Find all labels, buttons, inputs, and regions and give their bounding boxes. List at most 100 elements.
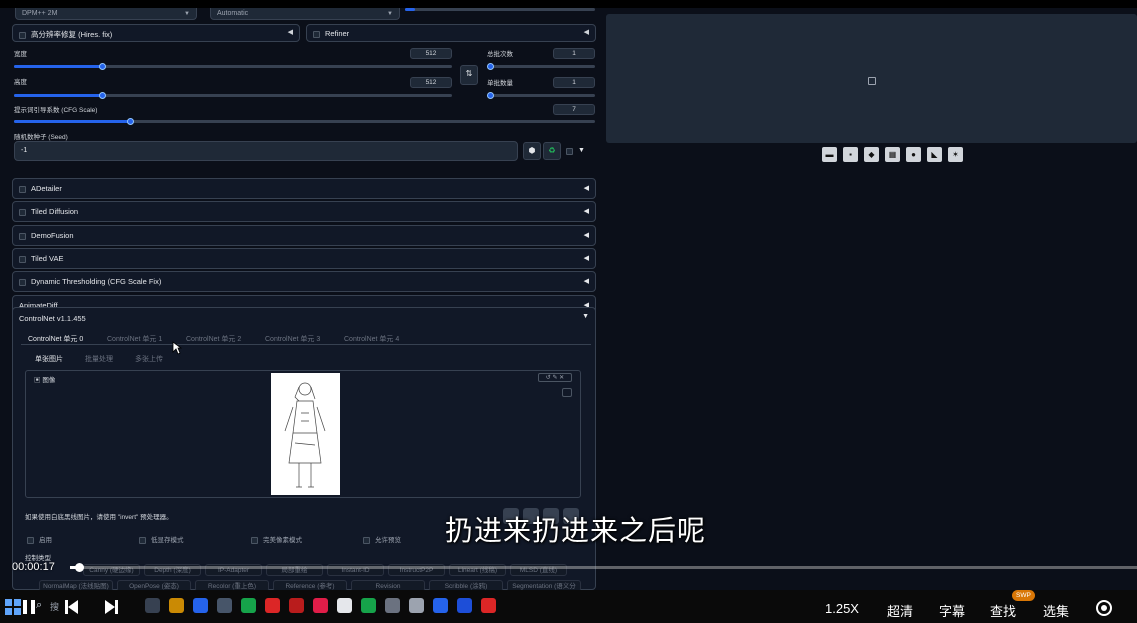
refiner-checkbox[interactable] <box>313 30 320 38</box>
slider-knob[interactable] <box>127 118 134 125</box>
accordion-4[interactable]: Dynamic Thresholding (CFG Scale Fix) ◀ <box>12 271 596 292</box>
option-checkbox[interactable] <box>251 536 258 544</box>
swap-dimensions-button[interactable]: ⇅ <box>460 65 478 85</box>
tab-controlnet-unit-3[interactable]: ControlNet 单元 3 <box>265 334 320 344</box>
folder-icon[interactable]: ▬ <box>822 147 837 162</box>
subtab-2[interactable]: 多张上传 <box>135 354 163 364</box>
tab-controlnet-unit-1[interactable]: ControlNet 单元 1 <box>107 334 162 344</box>
option-checkbox[interactable] <box>139 536 146 544</box>
ruler-icon[interactable]: ◣ <box>927 147 942 162</box>
option-checkbox[interactable] <box>27 536 34 544</box>
subtab-0[interactable]: 单张图片 <box>35 354 63 364</box>
quality-button[interactable]: 超清 <box>887 601 913 620</box>
hires-fix-accordion[interactable]: 高分辨率修复 (Hires. fix) ◀ <box>12 24 300 42</box>
random-seed-button[interactable]: ⬢ <box>523 142 541 160</box>
option-checkbox[interactable] <box>363 536 370 544</box>
schedule-select[interactable]: Automatic ▼ <box>210 8 400 20</box>
option-1[interactable]: 低显存模式 <box>139 534 184 544</box>
taskbar-app-icon[interactable] <box>481 598 496 613</box>
subtab-1[interactable]: 批量处理 <box>85 354 113 364</box>
batch-size-slider[interactable] <box>487 92 595 99</box>
progress-knob[interactable] <box>75 563 84 572</box>
taskbar-app-icon[interactable] <box>457 598 472 613</box>
width-input[interactable]: 512 <box>410 48 452 59</box>
taskbar-app-icon[interactable] <box>145 598 160 613</box>
taskbar-app-icon[interactable] <box>265 598 280 613</box>
next-icon[interactable] <box>103 599 119 615</box>
slider-knob[interactable] <box>487 63 494 70</box>
cfg-input[interactable]: 7 <box>553 104 595 115</box>
hires-fix-checkbox[interactable] <box>19 31 26 39</box>
taskbar-app-icon[interactable] <box>337 598 352 613</box>
width-slider[interactable] <box>14 63 452 70</box>
cfg-slider[interactable] <box>14 118 595 125</box>
accordion-1[interactable]: Tiled Diffusion ◀ <box>12 201 596 222</box>
image-placeholder-icon <box>868 77 876 85</box>
slider-knob[interactable] <box>487 92 494 99</box>
seed-input[interactable]: -1 <box>14 141 518 161</box>
taskbar-app-icon[interactable] <box>433 598 448 613</box>
taskbar-app-icon[interactable] <box>169 598 184 613</box>
pause-icon[interactable] <box>22 599 36 615</box>
previous-icon[interactable] <box>64 599 80 615</box>
search-button[interactable]: 查找 <box>990 601 1016 620</box>
tab-controlnet-unit-0[interactable]: ControlNet 单元 0 <box>28 334 83 344</box>
playback-speed-button[interactable]: 1.25X <box>825 601 859 616</box>
accordion-checkbox[interactable] <box>19 232 26 240</box>
accordion-0[interactable]: ADetailer ◀ <box>12 178 596 199</box>
reuse-seed-button[interactable]: ♻ <box>543 142 561 160</box>
episodes-button[interactable]: 选集 <box>1043 601 1069 620</box>
taskbar-app-icon[interactable] <box>217 598 232 613</box>
accordion-checkbox[interactable] <box>19 255 26 263</box>
taskbar-app-icon[interactable] <box>241 598 256 613</box>
taskbar-app-icon[interactable] <box>361 598 376 613</box>
batch-count-input[interactable]: 1 <box>553 48 595 59</box>
accordion-checkbox[interactable] <box>19 208 26 216</box>
taskbar-app-icon[interactable] <box>193 598 208 613</box>
controlnet-title[interactable]: ControlNet v1.1.455 <box>19 314 86 323</box>
option-3[interactable]: 允许预览 <box>363 534 401 544</box>
refiner-accordion[interactable]: Refiner ◀ <box>306 24 596 42</box>
top-slider[interactable] <box>405 8 595 11</box>
search-icon[interactable]: ⌕ <box>36 599 42 612</box>
progress-track[interactable] <box>70 563 1137 572</box>
accordion-checkbox[interactable] <box>19 185 26 193</box>
accordion-checkbox[interactable] <box>19 278 26 286</box>
zip-icon[interactable]: ◆ <box>864 147 879 162</box>
extra-seed-checkbox[interactable] <box>566 148 573 155</box>
taskbar-app-icon[interactable] <box>313 598 328 613</box>
image-upload-area[interactable]: ▣ 图像 ↺ ✎ ✕ <box>25 370 581 498</box>
sampler-select[interactable]: DPM++ 2M ▼ <box>15 8 197 20</box>
batch-size-input[interactable]: 1 <box>553 77 595 88</box>
refiner-toggle[interactable]: Refiner <box>313 29 349 38</box>
tab-controlnet-unit-4[interactable]: ControlNet 单元 4 <box>344 334 399 344</box>
settings-icon[interactable] <box>1095 599 1113 617</box>
option-0[interactable]: 启用 <box>27 534 52 544</box>
taskbar-app-icon[interactable] <box>289 598 304 613</box>
output-gallery[interactable] <box>606 14 1137 143</box>
accordion-2[interactable]: DemoFusion ◀ <box>12 225 596 246</box>
option-2[interactable]: 完美像素模式 <box>251 534 302 544</box>
collapse-down-icon[interactable]: ▼ <box>582 313 589 320</box>
image-icon[interactable]: ▦ <box>885 147 900 162</box>
fullscreen-icon[interactable] <box>562 388 572 397</box>
sparkle-icon[interactable]: ✶ <box>948 147 963 162</box>
accordion-3[interactable]: Tiled VAE ◀ <box>12 248 596 269</box>
save-icon[interactable]: ▪ <box>843 147 858 162</box>
extra-seed-toggle-icon[interactable]: ▼ <box>578 147 585 154</box>
taskbar-app-icon[interactable] <box>409 598 424 613</box>
height-input[interactable]: 512 <box>410 77 452 88</box>
batch-count-slider[interactable] <box>487 63 595 70</box>
screen: DPM++ 2M ▼ Automatic ▼ 高分辨率修复 (Hires. fix)… <box>0 0 1137 623</box>
image-tools[interactable]: ↺ ✎ ✕ <box>538 373 572 382</box>
taskbar-app-icon[interactable] <box>385 598 400 613</box>
hires-fix-toggle[interactable]: 高分辨率修复 (Hires. fix) <box>19 29 112 40</box>
windows-start-icon[interactable] <box>5 599 21 615</box>
slider-knob[interactable] <box>99 63 106 70</box>
palette-icon[interactable]: ● <box>906 147 921 162</box>
tab-controlnet-unit-2[interactable]: ControlNet 单元 2 <box>186 334 241 344</box>
taskbar-search-label[interactable]: 搜 <box>50 600 59 613</box>
subtitle-button[interactable]: 字幕 <box>939 601 965 620</box>
height-slider[interactable] <box>14 92 452 99</box>
slider-knob[interactable] <box>99 92 106 99</box>
